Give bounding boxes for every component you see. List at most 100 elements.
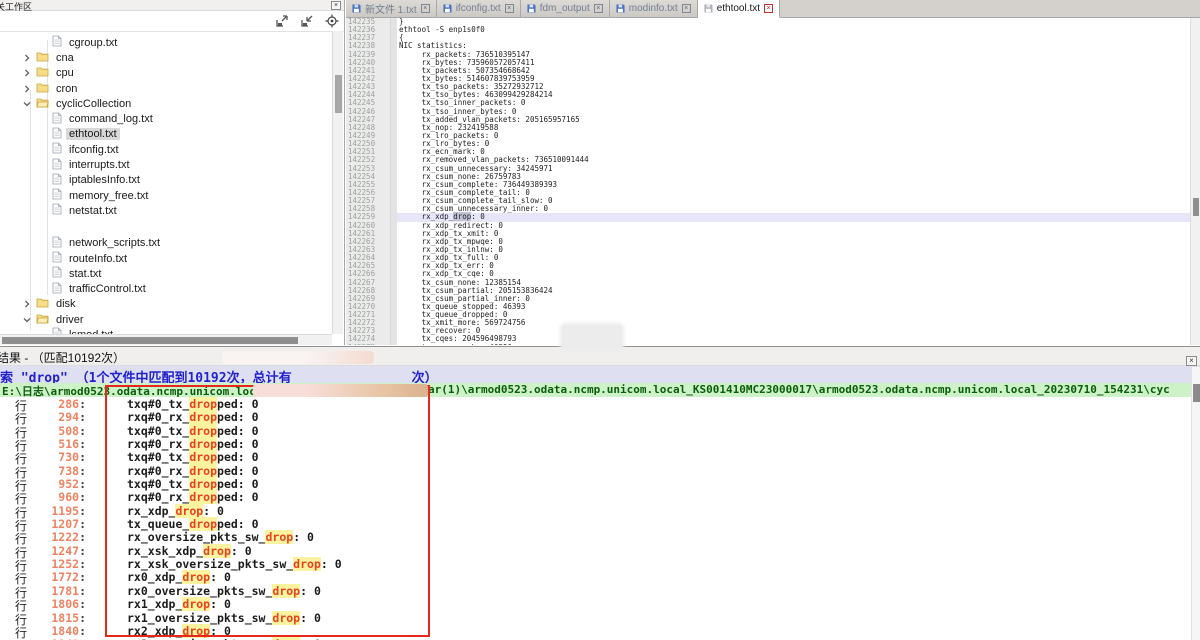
result-line-number: 1815 bbox=[51, 611, 79, 625]
chevron-right-icon[interactable] bbox=[22, 84, 32, 94]
chevron-down-icon[interactable] bbox=[22, 99, 32, 109]
result-line-number: 1772 bbox=[51, 570, 79, 584]
tab-fdm-output[interactable]: fdm_output × bbox=[521, 0, 610, 17]
chevron-right-icon[interactable] bbox=[22, 299, 32, 309]
collapse-panel-icon[interactable] bbox=[299, 13, 315, 29]
tab--1-txt[interactable]: 新文件 1.txt × bbox=[346, 0, 437, 17]
tree-item-command-log-txt[interactable]: command_log.txt bbox=[0, 111, 332, 126]
tree-item-network-scripts-txt[interactable]: network_scripts.txt bbox=[0, 236, 332, 251]
tab-ethtool-txt[interactable]: ethtool.txt× bbox=[698, 0, 780, 18]
results-titlebar: 结果 - （匹配10192次） × bbox=[0, 347, 1200, 366]
tab-modinfo-txt[interactable]: modinfo.txt× bbox=[610, 0, 698, 17]
results-close-icon[interactable]: × bbox=[1186, 356, 1197, 366]
result-line-number: 294 bbox=[58, 410, 79, 424]
tree-item-trafficcontrol-txt[interactable]: trafficControl.txt bbox=[0, 281, 332, 296]
result-line-number: 1781 bbox=[51, 584, 79, 598]
tab-ifconfig-txt[interactable]: ifconfig.txt× bbox=[437, 0, 521, 17]
editor-code: rx_xdp_tx_inlnw: 0 bbox=[397, 246, 1190, 254]
tree-item-label: memory_free.txt bbox=[66, 190, 151, 202]
file-icon bbox=[52, 158, 62, 170]
tab-close-icon[interactable]: × bbox=[505, 4, 514, 13]
tree-item-cycliccollection[interactable]: cyclicCollection bbox=[0, 96, 332, 111]
editor-code: rx_xdp_drop: 0 bbox=[397, 213, 1190, 221]
tab-bar: 新文件 1.txt × ifconfig.txt× fdm_output × mod… bbox=[346, 0, 1200, 18]
tree-item-driver[interactable]: driver bbox=[0, 312, 332, 327]
chevron-down-icon[interactable] bbox=[22, 315, 32, 325]
editor-code: } bbox=[397, 18, 1190, 26]
colon: : bbox=[79, 397, 86, 411]
editor-vertical-scrollbar-thumb[interactable] bbox=[1193, 198, 1199, 216]
editor-code: rx_xdp_tx_mpwqe: 0 bbox=[397, 238, 1190, 246]
chevron-right-icon[interactable] bbox=[22, 53, 32, 63]
tree-item-stat-txt[interactable]: stat.txt bbox=[0, 266, 332, 281]
colon: : bbox=[79, 597, 86, 611]
tree-item-cna[interactable]: cna bbox=[0, 50, 332, 65]
editor-code: rx_csum_unnecessary_inner: 0 bbox=[397, 205, 1190, 213]
tree-item-interrupts-txt[interactable]: interrupts.txt bbox=[0, 157, 332, 172]
colon: : bbox=[79, 624, 86, 638]
file-icon bbox=[52, 266, 62, 278]
editor-code: tx_queue_stopped: 46393 bbox=[397, 303, 1190, 311]
workspace-panel: 关工作区 × cgroup.txt cna cpu cr bbox=[0, 0, 345, 345]
tab-label: 新文件 1.txt bbox=[365, 1, 417, 16]
chevron-right-icon[interactable] bbox=[22, 68, 32, 78]
tree-horizontal-scrollbar[interactable] bbox=[0, 334, 332, 345]
tree-horizontal-scrollbar-thumb[interactable] bbox=[2, 337, 298, 344]
folder-icon bbox=[36, 82, 49, 93]
results-vertical-scrollbar[interactable] bbox=[1191, 367, 1200, 640]
tab-close-icon[interactable]: × bbox=[594, 4, 603, 13]
tree-item-disk[interactable]: disk bbox=[0, 297, 332, 312]
tab-label: fdm_output bbox=[540, 3, 590, 14]
tree-vertical-scrollbar-thumb[interactable] bbox=[335, 75, 342, 113]
tab-close-icon[interactable]: × bbox=[682, 4, 691, 13]
editor-code: rx_lro_bytes: 0 bbox=[397, 140, 1190, 148]
editor-code: tx_nop: 232419588 bbox=[397, 124, 1190, 132]
colon: : bbox=[79, 530, 86, 544]
tree-item-cron[interactable]: cron bbox=[0, 81, 332, 96]
tree-item-label: cgroup.txt bbox=[66, 37, 120, 49]
tree-item-label: disk bbox=[53, 298, 79, 310]
results-vertical-scrollbar-thumb[interactable] bbox=[1193, 384, 1200, 402]
tree-item-cgroup-txt[interactable]: cgroup.txt bbox=[0, 35, 332, 50]
file-icon bbox=[52, 112, 62, 124]
tab-close-icon[interactable]: × bbox=[421, 4, 430, 13]
tree-item-lsmod-txt[interactable]: lsmod.txt bbox=[0, 327, 332, 334]
redaction-blob bbox=[562, 325, 622, 349]
result-line-number: 508 bbox=[58, 424, 79, 438]
tree-item-label: ethtool.txt bbox=[66, 128, 120, 140]
editor-vertical-scrollbar[interactable] bbox=[1190, 18, 1200, 345]
tree-item-label: interrupts.txt bbox=[66, 159, 133, 171]
locate-file-icon[interactable] bbox=[324, 13, 340, 29]
tree-item-iptablesinfo-txt[interactable]: iptablesInfo.txt bbox=[0, 173, 332, 188]
tree-vertical-scrollbar[interactable] bbox=[332, 31, 343, 334]
redaction-blob bbox=[222, 351, 374, 364]
result-line-number: 1806 bbox=[51, 597, 79, 611]
tree-item-ifconfig-txt[interactable]: ifconfig.txt bbox=[0, 142, 332, 157]
workspace-title: 关工作区 bbox=[0, 0, 32, 13]
tree-item-memory-free-txt[interactable]: memory_free.txt bbox=[0, 188, 332, 203]
colon: : bbox=[79, 437, 86, 451]
folder-icon bbox=[36, 51, 49, 62]
workspace-close-icon[interactable]: × bbox=[331, 1, 341, 10]
file-icon bbox=[52, 327, 62, 334]
file-icon bbox=[52, 251, 62, 263]
file-tree[interactable]: cgroup.txt cna cpu cron cyclicCollection… bbox=[0, 31, 332, 334]
editor-text-area[interactable]: 142235}142236ethtool -S enp1s0f0142237{1… bbox=[346, 18, 1190, 345]
tree-item-label: iptablesInfo.txt bbox=[66, 174, 143, 186]
tree-item-routeinfo-txt[interactable]: routeInfo.txt bbox=[0, 251, 332, 266]
colon: : bbox=[79, 490, 86, 504]
expand-panel-icon[interactable] bbox=[274, 13, 290, 29]
tab-close-icon[interactable]: × bbox=[764, 4, 773, 13]
search-summary-row[interactable]: 搜索 "drop" （1个文件中匹配到10192次，总计有次） bbox=[0, 366, 1200, 383]
tree-item-netstat-txt[interactable]: netstat.txt bbox=[0, 203, 332, 218]
tree-item-ethtool-txt[interactable]: ethtool.txt bbox=[0, 127, 332, 142]
result-line-number: 1840 bbox=[51, 624, 79, 638]
file-icon bbox=[52, 236, 62, 248]
tree-item-label: cyclicCollection bbox=[53, 98, 134, 110]
result-line-number: 1195 bbox=[51, 504, 79, 518]
tree-item-cpu[interactable]: cpu bbox=[0, 66, 332, 81]
colon: : bbox=[79, 504, 86, 518]
editor-code: tx_cqes: 204596498793 bbox=[397, 335, 1190, 343]
result-line-number: 1252 bbox=[51, 557, 79, 571]
search-results-panel: 结果 - （匹配10192次） × 搜索 "drop" （1个文件中匹配到101… bbox=[0, 346, 1200, 640]
